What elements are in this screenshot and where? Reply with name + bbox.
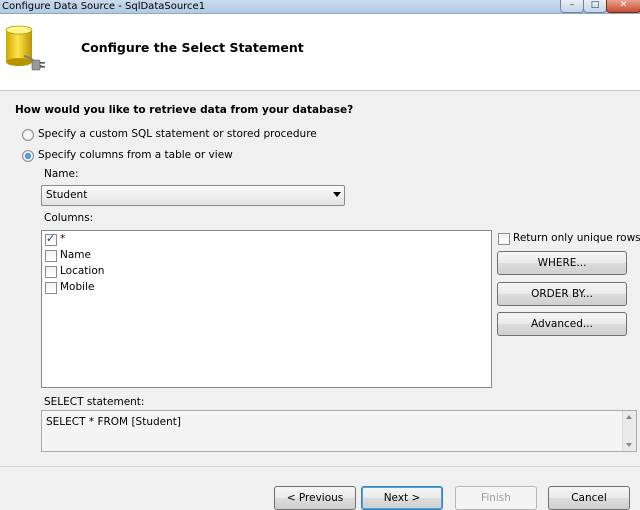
select-statement-label: SELECT statement:: [44, 396, 145, 408]
close-icon: ✕: [619, 0, 628, 10]
radio-custom-sql-label[interactable]: Specify a custom SQL statement or stored…: [38, 128, 317, 140]
unique-rows-label[interactable]: Return only unique rows: [513, 232, 640, 244]
finish-button[interactable]: Finish: [455, 486, 537, 510]
sql-scrollbar[interactable]: [622, 411, 636, 451]
table-name-value: Student: [46, 189, 88, 201]
column-label-name[interactable]: Name: [60, 249, 91, 261]
select-statement-text: SELECT * FROM [Student]: [46, 416, 181, 428]
minimize-icon: –: [569, 0, 575, 10]
column-checkbox-mobile[interactable]: [45, 282, 57, 294]
question-heading: How would you like to retrieve data from…: [15, 104, 354, 116]
unique-rows-checkbox[interactable]: [498, 233, 510, 245]
radio-custom-sql[interactable]: [22, 129, 34, 141]
wizard-header: Configure the Select Statement: [0, 14, 640, 91]
radio-specify-columns-label[interactable]: Specify columns from a table or view: [38, 149, 233, 161]
name-label: Name:: [44, 168, 79, 180]
title-bar[interactable]: Configure Data Source - SqlDataSource1 –…: [0, 0, 640, 14]
database-plug-icon: [5, 25, 45, 71]
scroll-down-icon[interactable]: [626, 443, 632, 447]
window-title: Configure Data Source - SqlDataSource1: [2, 1, 206, 12]
page-title: Configure the Select Statement: [81, 40, 304, 55]
column-checkbox-all[interactable]: [45, 232, 57, 246]
maximize-button[interactable]: □: [583, 0, 607, 13]
close-button[interactable]: ✕: [606, 0, 640, 13]
radio-specify-columns[interactable]: [22, 150, 34, 162]
table-name-select[interactable]: Student: [41, 185, 345, 206]
column-checkbox-name[interactable]: [45, 250, 57, 262]
order-by-button[interactable]: ORDER BY...: [497, 282, 627, 306]
column-label-location[interactable]: Location: [60, 265, 104, 277]
scroll-up-icon[interactable]: [626, 415, 632, 419]
minimize-button[interactable]: –: [560, 0, 584, 13]
column-checkbox-location[interactable]: [45, 266, 57, 278]
cancel-button[interactable]: Cancel: [548, 486, 630, 510]
where-button[interactable]: WHERE...: [497, 251, 627, 275]
columns-label: Columns:: [44, 212, 94, 224]
next-button[interactable]: Next >: [361, 486, 443, 510]
previous-button[interactable]: < Previous: [274, 486, 356, 510]
columns-list[interactable]: * Name Location Mobile: [41, 230, 492, 388]
select-statement-box[interactable]: SELECT * FROM [Student]: [41, 410, 637, 452]
column-label-all[interactable]: *: [60, 233, 65, 245]
footer-divider: [0, 466, 640, 467]
chevron-down-icon: [333, 192, 341, 197]
column-label-mobile[interactable]: Mobile: [60, 281, 94, 293]
maximize-icon: □: [590, 0, 600, 10]
advanced-button[interactable]: Advanced...: [497, 312, 627, 336]
